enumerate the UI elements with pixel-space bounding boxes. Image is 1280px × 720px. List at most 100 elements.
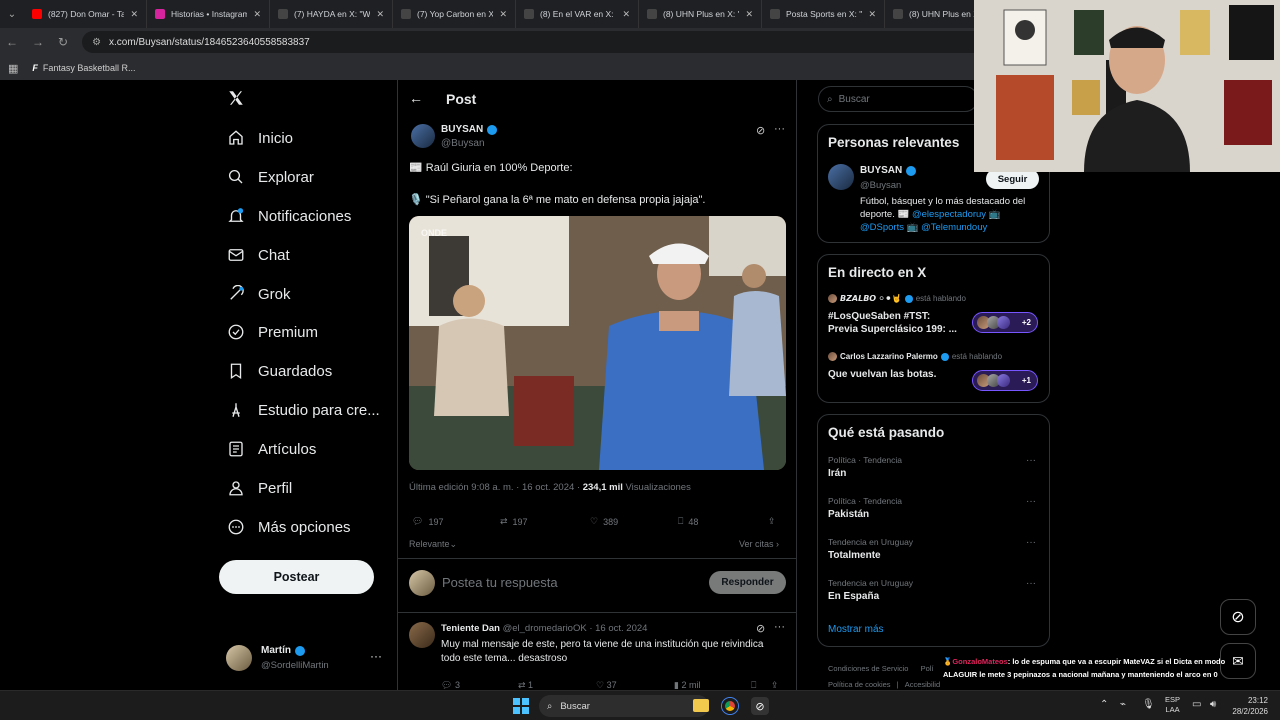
show-more-link[interactable]: Mostrar más	[828, 624, 884, 635]
trend-meta: Tendencia en Uruguay	[828, 578, 914, 588]
browser-tab[interactable]: Posta Sports en X: " ✕	[762, 0, 885, 28]
bookmark-button[interactable]: ⎕ 48	[678, 516, 698, 527]
cookies-link[interactable]: Política de cookies	[828, 680, 891, 689]
tray-chevron-icon[interactable]: ⌃	[1100, 699, 1108, 710]
reply-submit-button[interactable]: Responder	[709, 571, 786, 594]
clock[interactable]: 23:12 28/2/2026	[1226, 695, 1268, 717]
file-explorer-icon[interactable]	[693, 699, 709, 712]
tweet-photo[interactable]: ONDE	[409, 216, 786, 470]
volume-icon[interactable]: 🔊︎	[1210, 699, 1216, 710]
windows-start-icon[interactable]	[513, 698, 529, 714]
browser-tab[interactable]: (7) Yop Carbon en X: ✕	[393, 0, 516, 28]
x-logo-icon[interactable]	[227, 89, 245, 107]
reload-icon[interactable]: ↻	[58, 35, 68, 49]
trend-more-icon[interactable]: ···	[1026, 578, 1036, 589]
close-tab-icon[interactable]: ✕	[868, 9, 876, 20]
reply-author-handle[interactable]: @el_dromedarioOK	[503, 623, 587, 634]
reply-more-icon[interactable]: ···	[774, 621, 785, 633]
close-tab-icon[interactable]: ✕	[499, 9, 507, 20]
stream-chat-overlay: 🏅GonzaloMateos: lo de espuma que va a es…	[943, 655, 1273, 681]
nav-item-guardados[interactable]: Guardados	[227, 362, 332, 380]
relevant-handle[interactable]: @Buysan	[860, 180, 901, 191]
forward-icon[interactable]: →	[32, 35, 44, 49]
nav-item-notificaciones[interactable]: Notificaciones	[227, 207, 351, 225]
reply-grok-icon[interactable]: ⊘	[756, 622, 765, 635]
grok-float-button[interactable]: ⊘	[1220, 599, 1256, 635]
retweet-icon: ⇄	[500, 516, 508, 526]
account-switcher[interactable]: Martín @SordelliMartin ···	[226, 643, 386, 675]
nav-item-inicio[interactable]: Inicio	[227, 129, 293, 147]
site-info-icon[interactable]: ⚙	[92, 37, 101, 48]
browser-tab[interactable]: (8) En el VAR en X: " ✕	[516, 0, 639, 28]
trend-more-icon[interactable]: ···	[1026, 537, 1036, 548]
share-icon[interactable]: ⇪	[768, 516, 776, 527]
nav-item-grok[interactable]: Grok	[227, 285, 291, 303]
trend-more-icon[interactable]: ···	[1026, 496, 1036, 507]
accessibility-link[interactable]: Accesibilid	[905, 680, 940, 689]
mic-icon[interactable]: 🎙︎	[1142, 699, 1155, 710]
browser-tab[interactable]: (827) Don Omar - Tal ✕	[24, 0, 147, 28]
back-icon[interactable]: ←	[6, 35, 18, 49]
tab-list-button[interactable]: ⌄	[0, 0, 24, 28]
grok-icon[interactable]: ⊘	[756, 124, 765, 137]
retweet-button[interactable]: ⇄ 197	[500, 516, 528, 527]
url-bar[interactable]: ⚙ x.com/Buysan/status/184652364055858383…	[82, 31, 1003, 53]
trend-more-icon[interactable]: ···	[1026, 455, 1036, 466]
nav-item-más-opciones[interactable]: Más opciones	[227, 518, 351, 536]
close-tab-icon[interactable]: ✕	[376, 9, 384, 20]
chrome-icon[interactable]	[722, 698, 738, 714]
author-name[interactable]: BUYSAN	[441, 124, 483, 135]
live-listeners-pill[interactable]: +1	[972, 370, 1038, 391]
back-arrow-icon[interactable]: ←	[409, 90, 423, 106]
bookmark-fantasy[interactable]: F Fantasy Basketball R...	[32, 63, 135, 73]
bio-link-telemundo[interactable]: @Telemundouy	[921, 222, 987, 233]
search-box[interactable]: ⌕ Buscar	[818, 86, 978, 112]
nav-item-explorar[interactable]: Explorar	[227, 168, 314, 186]
like-button[interactable]: ♡ 389	[590, 516, 618, 527]
grok-app-icon[interactable]: ⊘	[751, 697, 769, 715]
trend-item[interactable]: Tendencia en Uruguay Totalmente ···	[828, 537, 1040, 573]
taskbar-search[interactable]: ⌕ Buscar	[539, 695, 709, 717]
live-space-item[interactable]: 𝘽𝙕𝘼𝙇𝘽𝙊 ⚪⚫🤘 está hablando #LosQueSaben #T…	[828, 293, 1040, 343]
nav-item-perfil[interactable]: Perfil	[227, 479, 292, 497]
view-quotes-link[interactable]: Ver citas ›	[739, 539, 779, 549]
bio-link-dsports[interactable]: @DSports	[860, 222, 904, 233]
reply-button[interactable]: 💬︎ 197	[412, 516, 443, 527]
account-more-icon[interactable]: ···	[370, 649, 382, 663]
terms-link[interactable]: Condiciones de Servicio	[828, 664, 908, 673]
bio-link-elespectador[interactable]: @elespectadoruy	[912, 209, 986, 220]
reply-avatar[interactable]	[409, 622, 435, 648]
close-tab-icon[interactable]: ✕	[130, 9, 138, 20]
relevant-name[interactable]: BUYSAN	[860, 165, 902, 176]
language-indicator[interactable]: ESP LAA	[1165, 695, 1180, 715]
post-button[interactable]: Postear	[219, 560, 374, 594]
nav-item-chat[interactable]: Chat	[227, 246, 290, 264]
close-tab-icon[interactable]: ✕	[622, 9, 630, 20]
trend-item[interactable]: Tendencia en Uruguay En España ···	[828, 578, 1040, 614]
trend-item[interactable]: Política · Tendencia Irán ···	[828, 455, 1040, 491]
network-icon[interactable]: ⌁	[1120, 699, 1126, 710]
nav-item-estudio-para-cre[interactable]: Estudio para cre...	[227, 401, 380, 419]
close-tab-icon[interactable]: ✕	[253, 9, 261, 20]
nav-item-premium[interactable]: Premium	[227, 323, 318, 341]
reply-tweet[interactable]: Teniente Dan @el_dromedarioOK · 16 oct. …	[398, 613, 796, 693]
live-space-item[interactable]: Carlos Lazzarino Palermo está hablando Q…	[828, 351, 1040, 401]
reply-sort-dropdown[interactable]: Relevante⌄	[409, 539, 457, 550]
apps-grid-icon[interactable]: ▦	[8, 62, 18, 75]
trend-item[interactable]: Política · Tendencia Pakistán ···	[828, 496, 1040, 532]
reply-author-name[interactable]: Teniente Dan	[441, 623, 500, 634]
nav-item-artículos[interactable]: Artículos	[227, 440, 316, 458]
display-icon[interactable]: ▭	[1192, 699, 1201, 710]
privacy-link[interactable]: Polí	[921, 664, 934, 673]
tweet-more-icon[interactable]: ···	[774, 123, 785, 135]
browser-tab[interactable]: (8) UHN Plus en X: " ✕	[639, 0, 762, 28]
browser-tab[interactable]: (7) HAYDA en X: "Wa ✕	[270, 0, 393, 28]
author-handle[interactable]: @Buysan	[441, 138, 485, 149]
reply-input[interactable]: Postea tu respuesta	[442, 575, 558, 590]
relevant-avatar[interactable]	[828, 164, 854, 190]
author-avatar[interactable]	[411, 124, 435, 148]
follow-button[interactable]: Seguir	[986, 169, 1039, 189]
close-tab-icon[interactable]: ✕	[745, 9, 753, 20]
live-listeners-pill[interactable]: +2	[972, 312, 1038, 333]
browser-tab[interactable]: Historias • Instagram ✕	[147, 0, 270, 28]
